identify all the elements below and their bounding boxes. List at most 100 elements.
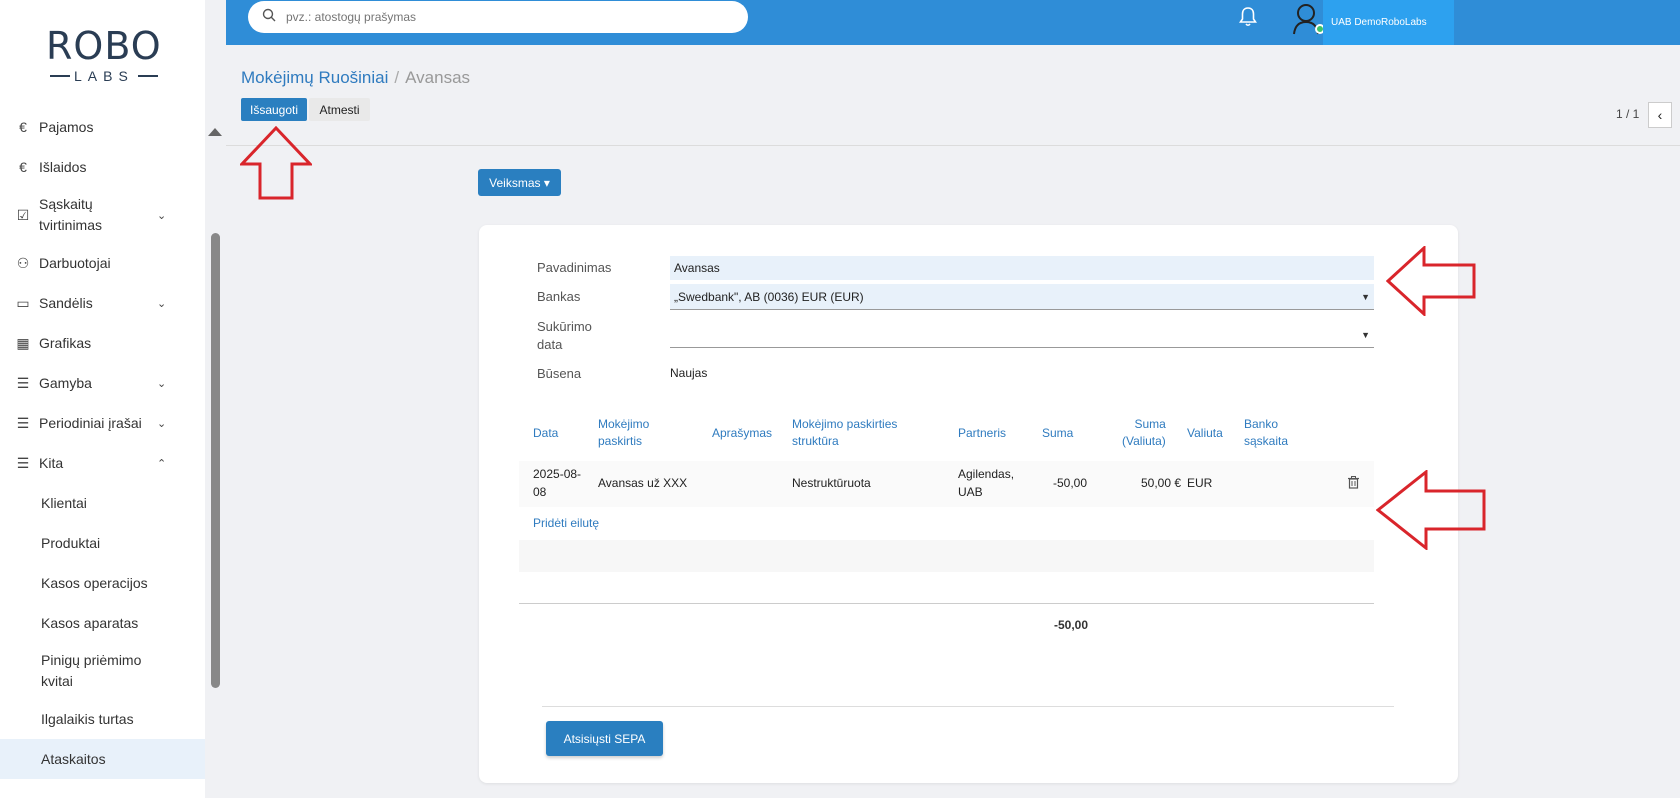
- sidebar-item-sandelis[interactable]: ▭ Sandėlis ⌄: [0, 283, 205, 323]
- name-field[interactable]: Avansas: [670, 256, 1374, 280]
- chevron-down-icon[interactable]: ⌄: [157, 417, 166, 430]
- breadcrumb-parent-link[interactable]: Mokėjimų Ruošiniai: [241, 68, 388, 87]
- users-icon: ⚇: [16, 254, 30, 271]
- company-name[interactable]: UAB DemoRoboLabs: [1323, 0, 1454, 45]
- sidebar-item-label: Periodiniai įrašai: [39, 414, 142, 431]
- chevron-up-icon[interactable]: ⌃: [157, 457, 166, 470]
- add-line-link[interactable]: Pridėti eilutę: [533, 516, 599, 530]
- bell-icon[interactable]: [1238, 6, 1258, 34]
- sidebar-item-gamyba[interactable]: ☰ Gamyba ⌄: [0, 363, 205, 403]
- sidebar-item-periodiniai-irasai[interactable]: ☰ Periodiniai įrašai ⌄: [0, 403, 205, 443]
- calendar-icon: ▦: [16, 334, 30, 351]
- date-label: Sukūrimo data: [537, 319, 592, 352]
- bank-select[interactable]: „Swedbank", AB (0036) EUR (EUR) ▼: [670, 284, 1374, 310]
- annotation-arrow-left: [1386, 246, 1476, 316]
- cell-purpose[interactable]: Avansas už XXX: [598, 474, 687, 492]
- annotation-arrow-up: [240, 126, 312, 200]
- sidebar-item-label: Pajamos: [39, 118, 94, 135]
- sidebar-nav: € Pajamos € Išlaidos ☑ Sąskaitų tvirtini…: [0, 107, 205, 779]
- archive-icon: ▭: [16, 294, 30, 311]
- status-label: Būsena: [537, 366, 582, 381]
- search-input[interactable]: [286, 10, 716, 24]
- col-header-partner[interactable]: Partneris: [958, 425, 1006, 442]
- pager-counter: 1 / 1: [1616, 107, 1640, 121]
- trash-icon[interactable]: [1348, 476, 1359, 492]
- table-total: -50,00: [1054, 618, 1089, 632]
- empty-row: [519, 540, 1374, 572]
- list-icon: ☰: [16, 374, 30, 391]
- col-header-currency[interactable]: Valiuta: [1187, 425, 1223, 442]
- chevron-down-icon[interactable]: ⌄: [157, 209, 166, 222]
- save-button[interactable]: Išsaugoti: [241, 98, 307, 121]
- sidebar-item-pajamos[interactable]: € Pajamos: [0, 107, 205, 147]
- breadcrumb-separator: /: [394, 68, 400, 87]
- sidebar-item-saskaitu-tvirtinimas[interactable]: ☑ Sąskaitų tvirtinimas ⌄: [0, 187, 205, 243]
- chevron-down-icon[interactable]: ⌄: [157, 377, 166, 390]
- sidebar-item-label: Sąskaitų tvirtinimas: [39, 196, 103, 233]
- euro-circle-icon: €: [19, 159, 27, 175]
- scroll-up-arrow[interactable]: [208, 128, 222, 136]
- pager-prev-button[interactable]: ‹: [1648, 102, 1672, 128]
- sidebar-item-grafikas[interactable]: ▦ Grafikas: [0, 323, 205, 363]
- table-total-divider: [519, 603, 1374, 604]
- sidebar-subitem-ilgalaikis-turtas[interactable]: Ilgalaikis turtas: [0, 699, 205, 739]
- list-icon: ☰: [16, 454, 30, 471]
- sidebar-item-kita[interactable]: ☰ Kita ⌃: [0, 443, 205, 483]
- sidebar: ROBO LABS € Pajamos € Išlaidos ☑ Sąskait…: [0, 0, 205, 798]
- col-header-structure[interactable]: Mokėjimo paskirties struktūra: [792, 416, 897, 450]
- robolabs-logo[interactable]: ROBO LABS: [46, 26, 171, 88]
- document-check-icon: ☑: [16, 206, 30, 223]
- cell-partner[interactable]: Agilendas, UAB: [958, 465, 1014, 501]
- search-box[interactable]: [248, 1, 748, 33]
- cell-amount[interactable]: -50,00: [1053, 474, 1087, 492]
- col-header-amount-currency[interactable]: Suma (Valiuta): [1122, 416, 1166, 450]
- bank-label: Bankas: [537, 289, 581, 304]
- sidebar-subitem-klientai[interactable]: Klientai: [0, 483, 205, 523]
- action-dropdown-button[interactable]: Veiksmas ▾: [478, 169, 561, 196]
- sidebar-subitem-kasos-operacijos[interactable]: Kasos operacijos: [0, 563, 205, 603]
- discard-button[interactable]: Atmesti: [309, 98, 370, 121]
- col-header-description[interactable]: Aprašymas: [712, 425, 772, 442]
- list-icon: ☰: [16, 414, 30, 431]
- sidebar-item-islaidos[interactable]: € Išlaidos: [0, 147, 205, 187]
- sidebar-subitem-pinigu-priemimo-kvitai[interactable]: Pinigų priėmimo kvitai: [0, 643, 205, 699]
- date-select[interactable]: ▼: [670, 322, 1374, 348]
- col-header-bank-account[interactable]: Banko sąskaita: [1244, 416, 1288, 450]
- cell-amount-currency[interactable]: 50,00 €: [1141, 474, 1181, 492]
- chevron-down-icon[interactable]: ⌄: [157, 297, 166, 310]
- col-header-purpose[interactable]: Mokėjimo paskirtis: [598, 416, 649, 450]
- sidebar-item-label: Gamyba: [39, 374, 92, 391]
- chevron-left-icon: ‹: [1657, 107, 1663, 123]
- sidebar-item-label: Kasos aparatas: [41, 614, 139, 631]
- sidebar-scrollbar[interactable]: [211, 233, 220, 688]
- logo-text: ROBO: [46, 24, 162, 68]
- search-icon: [262, 8, 276, 26]
- cell-structure[interactable]: Nestruktūruota: [792, 474, 871, 492]
- caret-down-icon: ▼: [1361, 329, 1370, 340]
- euro-circle-icon: €: [19, 119, 27, 135]
- sidebar-item-label: Kita: [39, 454, 64, 471]
- sidebar-item-label: Darbuotojai: [39, 254, 111, 271]
- sidebar-item-label: Klientai: [41, 494, 87, 511]
- sidebar-item-label: Ilgalaikis turtas: [41, 710, 134, 727]
- sidebar-subitem-kasos-aparatas[interactable]: Kasos aparatas: [0, 603, 205, 643]
- bank-select-value: „Swedbank", AB (0036) EUR (EUR): [674, 289, 864, 304]
- footer-divider: [542, 706, 1394, 707]
- cell-date[interactable]: 2025-08- 08: [533, 465, 581, 501]
- status-value: Naujas: [670, 366, 708, 380]
- topbar: [226, 0, 1680, 45]
- annotation-arrow-left: [1376, 470, 1486, 550]
- sidebar-subitem-produktai[interactable]: Produktai: [0, 523, 205, 563]
- sidebar-item-label: Pinigų priėmimo kvitai: [41, 652, 142, 689]
- cell-currency[interactable]: EUR: [1187, 474, 1212, 492]
- logo-subtext: LABS: [46, 68, 171, 84]
- download-sepa-button[interactable]: Atsisiųsti SEPA: [546, 721, 663, 756]
- name-label: Pavadinimas: [537, 260, 612, 275]
- sidebar-item-label: Sandėlis: [39, 294, 93, 311]
- sidebar-item-label: Kasos operacijos: [41, 574, 148, 591]
- col-header-date[interactable]: Data: [533, 425, 558, 442]
- sidebar-item-darbuotojai[interactable]: ⚇ Darbuotojai: [0, 243, 205, 283]
- col-header-amount[interactable]: Suma: [1042, 425, 1073, 442]
- sidebar-item-label: Produktai: [41, 534, 101, 551]
- sidebar-subitem-ataskaitos[interactable]: Ataskaitos: [0, 739, 205, 779]
